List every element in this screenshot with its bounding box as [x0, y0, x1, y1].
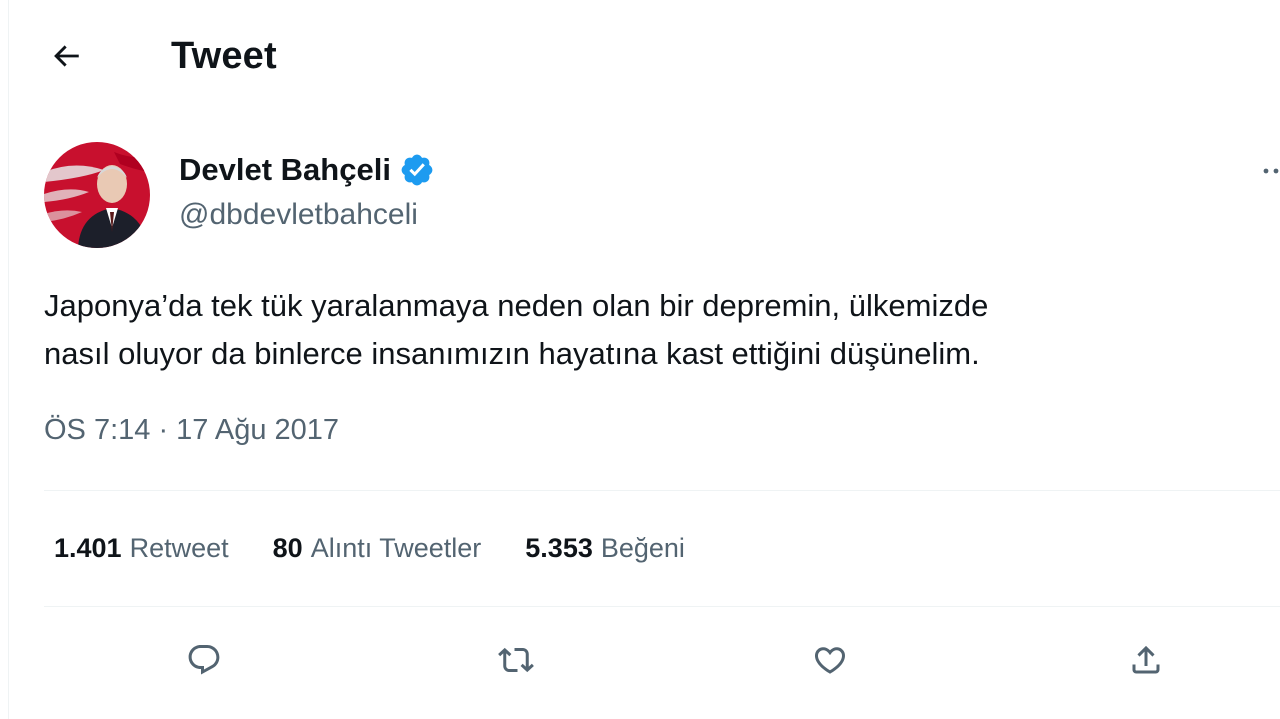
stat-count: 1.401 — [54, 533, 122, 563]
stat-count: 80 — [272, 533, 303, 563]
author-handle[interactable]: @dbdevletbahceli — [179, 196, 418, 234]
tweet-text: Japonya’da tek tük yaralanmaya neden ola… — [44, 288, 989, 371]
arrow-left-icon — [54, 45, 79, 67]
back-button[interactable] — [44, 34, 88, 78]
stat-count: 5.353 — [525, 533, 593, 563]
more-options-button[interactable] — [1258, 156, 1280, 186]
stat-label: Retweet — [129, 533, 229, 563]
page-header: Tweet — [0, 0, 1280, 112]
retweet-icon — [498, 647, 534, 673]
tweet-timestamp[interactable]: ÖS 7:14 · 17 Ağu 2017 — [44, 410, 339, 450]
retweet-button[interactable] — [490, 634, 542, 686]
tweet-stats: 1.401 Retweet 80 Alıntı Tweetler 5.353 B… — [54, 528, 685, 568]
avatar[interactable] — [44, 142, 150, 248]
tweet-action-bar — [0, 630, 1280, 690]
verified-badge-icon — [401, 154, 433, 186]
author-name: Devlet Bahçeli — [179, 152, 391, 187]
divider — [44, 606, 1280, 607]
more-horizontal-icon — [1263, 168, 1279, 174]
retweet-count-link[interactable]: 1.401 Retweet — [54, 528, 229, 568]
likes-count-link[interactable]: 5.353 Beğeni — [525, 528, 685, 568]
share-icon — [1132, 645, 1160, 674]
like-heart-icon — [814, 647, 846, 674]
quote-tweets-link[interactable]: 80 Alıntı Tweetler — [273, 528, 482, 568]
stat-label: Beğeni — [600, 533, 685, 563]
like-button[interactable] — [804, 634, 856, 686]
reply-button[interactable] — [178, 634, 230, 686]
share-button[interactable] — [1120, 634, 1172, 686]
profile-avatar — [44, 142, 150, 248]
author-name-link[interactable]: Devlet Bahçeli — [179, 150, 435, 190]
tweet-page: Tweet Devlet Bahçeli @dbdevletbahceli Ja… — [0, 0, 1280, 719]
divider — [44, 490, 1280, 491]
reply-icon — [188, 645, 220, 675]
stat-label: Alıntı Tweetler — [310, 533, 482, 563]
page-title: Tweet — [171, 35, 277, 77]
